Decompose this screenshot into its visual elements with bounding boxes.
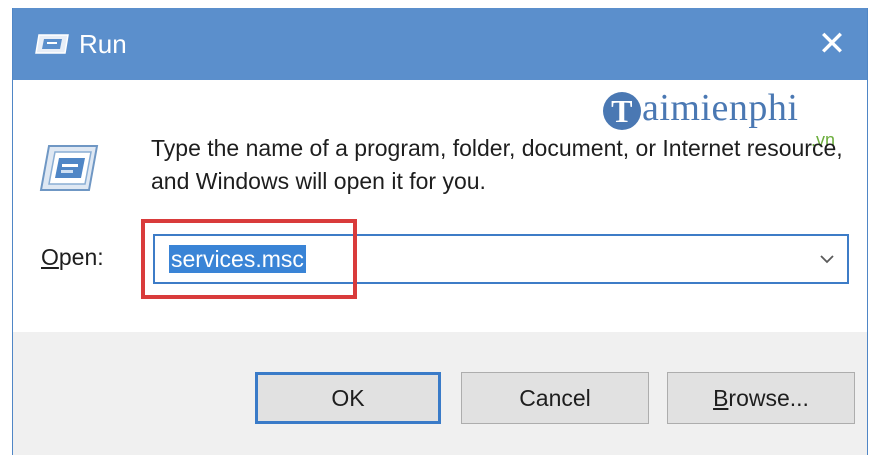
cancel-button[interactable]: Cancel xyxy=(461,372,649,424)
watermark-logo: Taimienphi xyxy=(603,86,798,130)
ok-button[interactable]: OK xyxy=(255,372,441,424)
window-title: Run xyxy=(79,29,127,59)
title-bar[interactable]: Run ✕ xyxy=(13,8,867,80)
open-label: Open: xyxy=(41,244,104,270)
dialog-description: Type the name of a program, folder, docu… xyxy=(151,135,843,194)
run-app-icon xyxy=(35,34,69,54)
dialog-content: Taimienphi .vn Type the name of a progra… xyxy=(13,80,867,332)
run-dialog: Run ✕ Taimienphi .vn Type the name of a … xyxy=(12,8,868,455)
chevron-down-icon[interactable] xyxy=(817,249,837,269)
browse-button[interactable]: Browse... xyxy=(667,372,855,424)
run-program-icon xyxy=(39,145,99,191)
close-icon: ✕ xyxy=(817,24,847,64)
annotation-highlight xyxy=(141,219,357,299)
close-button[interactable]: ✕ xyxy=(797,8,867,80)
button-bar: OK Cancel Browse... xyxy=(13,332,867,455)
